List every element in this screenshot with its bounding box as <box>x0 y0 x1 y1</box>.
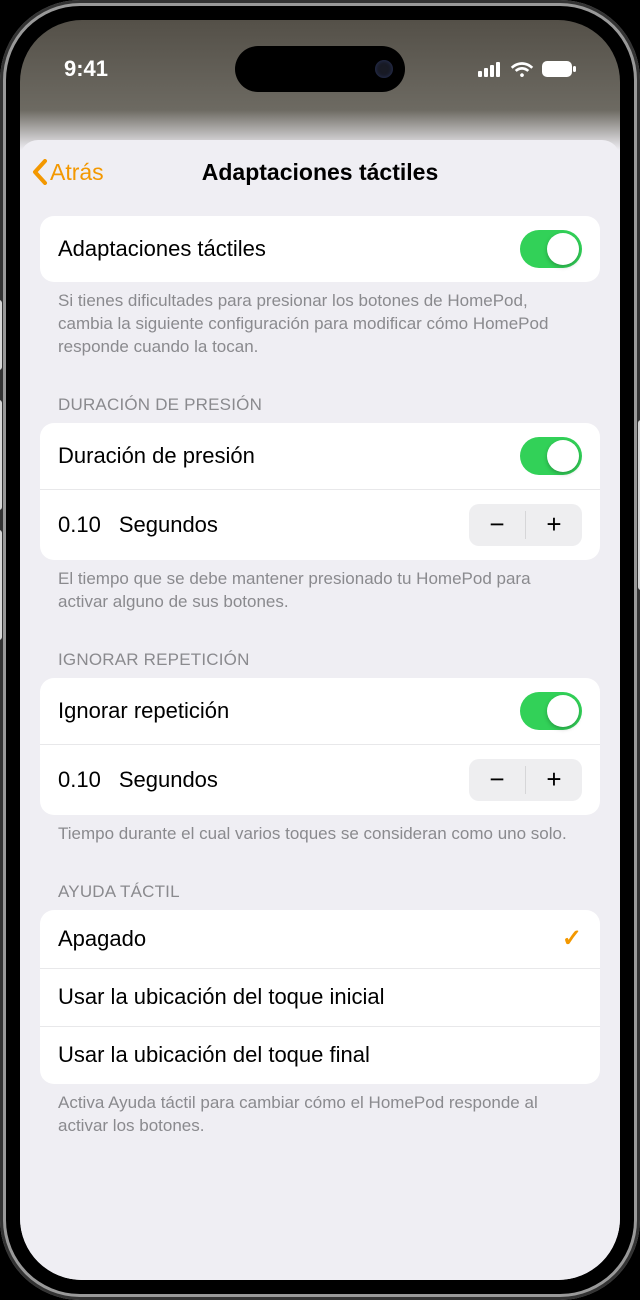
battery-icon <box>542 61 576 77</box>
main-toggle-group: Adaptaciones táctiles Si tienes dificult… <box>40 216 600 359</box>
ignore-repeat-group: IGNORAR REPETICIÓN Ignorar repetición 0.… <box>40 626 600 846</box>
card: Ignorar repetición 0.10 Segundos − + <box>40 678 600 815</box>
row-label: Duración de presión <box>58 443 520 469</box>
increment-button[interactable]: + <box>526 504 582 546</box>
touch-accommodations-row[interactable]: Adaptaciones táctiles <box>40 216 600 282</box>
side-button <box>0 300 2 370</box>
minus-icon: − <box>489 764 504 795</box>
hold-duration-value: 0.10 <box>58 512 101 538</box>
hold-duration-group: DURACIÓN DE PRESIÓN Duración de presión … <box>40 371 600 614</box>
group-footer: Activa Ayuda táctil para cambiar cómo el… <box>40 1084 600 1138</box>
switch-knob <box>547 233 579 265</box>
hold-duration-value-row: 0.10 Segundos − + <box>40 489 600 560</box>
status-time: 9:41 <box>64 56 108 82</box>
hold-duration-row[interactable]: Duración de presión <box>40 423 600 489</box>
side-button <box>0 400 2 510</box>
group-header: DURACIÓN DE PRESIÓN <box>40 371 600 423</box>
increment-button[interactable]: + <box>526 759 582 801</box>
decrement-button[interactable]: − <box>469 504 525 546</box>
camera-icon <box>375 60 393 78</box>
group-footer: El tiempo que se debe mantener presionad… <box>40 560 600 614</box>
group-footer: Si tienes dificultades para presionar lo… <box>40 282 600 359</box>
option-label: Apagado <box>58 926 562 952</box>
settings-sheet: Atrás Adaptaciones táctiles Adaptaciones… <box>20 140 620 1280</box>
row-label: Adaptaciones táctiles <box>58 236 520 262</box>
plus-icon: + <box>546 509 561 540</box>
wifi-icon <box>510 60 534 78</box>
page-title: Adaptaciones táctiles <box>20 159 620 186</box>
dynamic-island <box>235 46 405 92</box>
ignore-repeat-stepper: − + <box>469 759 582 801</box>
group-header: IGNORAR REPETICIÓN <box>40 626 600 678</box>
card: Apagado ✓ Usar la ubicación del toque in… <box>40 910 600 1084</box>
switch-knob <box>547 695 579 727</box>
nav-bar: Atrás Adaptaciones táctiles <box>20 140 620 204</box>
ignore-repeat-value: 0.10 <box>58 767 101 793</box>
phone-frame: 9:41 Atrás Adaptaciones táctiles <box>0 0 640 1300</box>
touch-accommodations-toggle[interactable] <box>520 230 582 268</box>
group-header: AYUDA TÁCTIL <box>40 858 600 910</box>
screen: 9:41 Atrás Adaptaciones táctiles <box>20 20 620 1280</box>
tap-assist-option-initial[interactable]: Usar la ubicación del toque inicial <box>40 968 600 1026</box>
checkmark-icon: ✓ <box>562 924 582 953</box>
back-button[interactable]: Atrás <box>32 159 104 186</box>
switch-knob <box>547 440 579 472</box>
tap-assist-option-final[interactable]: Usar la ubicación del toque final <box>40 1026 600 1084</box>
card: Adaptaciones táctiles <box>40 216 600 282</box>
hold-duration-unit: Segundos <box>119 512 218 538</box>
plus-icon: + <box>546 764 561 795</box>
back-label: Atrás <box>50 159 104 186</box>
ignore-repeat-unit: Segundos <box>119 767 218 793</box>
hold-duration-toggle[interactable] <box>520 437 582 475</box>
cellular-icon <box>478 61 502 77</box>
minus-icon: − <box>489 509 504 540</box>
group-footer: Tiempo durante el cual varios toques se … <box>40 815 600 846</box>
ignore-repeat-row[interactable]: Ignorar repetición <box>40 678 600 744</box>
side-button <box>0 530 2 640</box>
option-label: Usar la ubicación del toque final <box>58 1042 582 1068</box>
row-label: Ignorar repetición <box>58 698 520 724</box>
card: Duración de presión 0.10 Segundos − + <box>40 423 600 560</box>
tap-assist-option-off[interactable]: Apagado ✓ <box>40 910 600 968</box>
ignore-repeat-toggle[interactable] <box>520 692 582 730</box>
ignore-repeat-value-row: 0.10 Segundos − + <box>40 744 600 815</box>
status-icons <box>478 60 576 78</box>
hold-duration-stepper: − + <box>469 504 582 546</box>
tap-assist-group: AYUDA TÁCTIL Apagado ✓ Usar la ubicación… <box>40 858 600 1138</box>
chevron-left-icon <box>32 159 48 185</box>
decrement-button[interactable]: − <box>469 759 525 801</box>
option-label: Usar la ubicación del toque inicial <box>58 984 582 1010</box>
